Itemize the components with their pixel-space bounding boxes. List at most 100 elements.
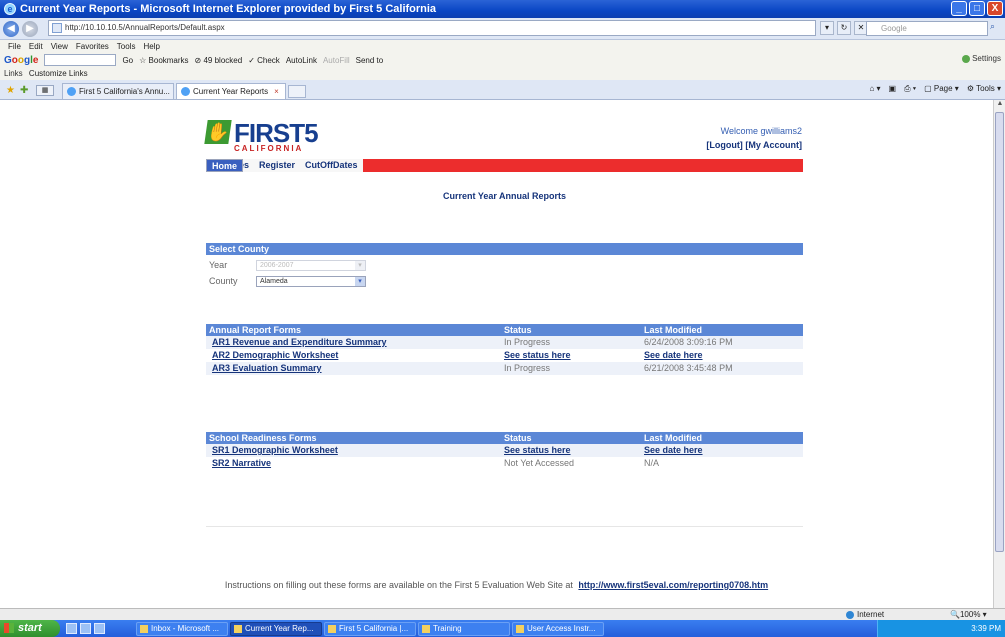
sr2-modified: N/A bbox=[644, 458, 660, 468]
menu-favorites[interactable]: Favorites bbox=[76, 42, 109, 51]
tab-row: ★ ✚ ▦ First 5 California's Annu... Curre… bbox=[0, 80, 1005, 100]
school-readiness-table: School Readiness Forms Status Last Modif… bbox=[206, 432, 803, 470]
chevron-down-icon: ▾ bbox=[355, 277, 365, 286]
first5-logo[interactable]: ✋ FIRST5 CALIFORNIA bbox=[204, 118, 330, 158]
sr2-status: Not Yet Accessed bbox=[504, 458, 575, 468]
ar1-link[interactable]: AR1 Revenue and Expenditure Summary bbox=[212, 336, 387, 349]
menu-tools[interactable]: Tools bbox=[117, 42, 136, 51]
ie-quicklaunch-icon[interactable] bbox=[66, 623, 77, 634]
quick-tabs-icon[interactable]: ▦ bbox=[36, 85, 54, 96]
google-toolbar: Google Go ☆ Bookmarks ⊘ 49 blocked ✓ Che… bbox=[0, 52, 1005, 68]
window-title: Current Year Reports - Microsoft Interne… bbox=[20, 3, 437, 15]
send-to-button[interactable]: Send to bbox=[356, 56, 384, 65]
task-first5[interactable]: First 5 California |... bbox=[324, 622, 416, 636]
refresh-icon[interactable]: ↻ bbox=[837, 21, 851, 35]
start-button[interactable]: start bbox=[0, 620, 60, 637]
add-favorite-icon[interactable]: ✚ bbox=[20, 85, 28, 96]
google-search-input[interactable] bbox=[44, 54, 117, 66]
ar3-status: In Progress bbox=[504, 363, 551, 373]
table-header: School Readiness Forms Status Last Modif… bbox=[206, 432, 803, 444]
globe-icon bbox=[846, 610, 854, 619]
zoom-level[interactable]: 🔍100% ▾ bbox=[950, 610, 987, 619]
menu-bar: File Edit View Favorites Tools Help bbox=[0, 40, 1005, 52]
home-icon[interactable]: ⌂ ▾ bbox=[869, 84, 880, 94]
table-row: AR3 Evaluation Summary In Progress 6/21/… bbox=[206, 362, 803, 375]
address-url: http://10.10.10.5/AnnualReports/Default.… bbox=[65, 23, 225, 32]
ie-icon bbox=[328, 624, 336, 633]
address-bar[interactable]: http://10.10.10.5/AnnualReports/Default.… bbox=[48, 20, 816, 36]
word-icon bbox=[516, 624, 524, 633]
google-go-button[interactable]: Go bbox=[122, 56, 133, 65]
ar3-link[interactable]: AR3 Evaluation Summary bbox=[212, 362, 322, 375]
desktop-quicklaunch-icon[interactable] bbox=[80, 623, 91, 634]
scrollbar-thumb[interactable] bbox=[995, 112, 1004, 552]
autolink-button[interactable]: AutoLink bbox=[286, 56, 317, 65]
task-inbox[interactable]: Inbox - Microsoft ... bbox=[136, 622, 228, 636]
menu-help[interactable]: Help bbox=[143, 42, 159, 51]
nav-home[interactable]: Home bbox=[206, 159, 244, 172]
tab-current-year-reports[interactable]: Current Year Reports × bbox=[176, 83, 286, 99]
ar2-date-link[interactable]: See date here bbox=[644, 349, 703, 362]
address-dropdown-icon[interactable]: ▾ bbox=[820, 21, 834, 35]
search-icon[interactable]: ⌕ bbox=[990, 21, 1003, 36]
sr1-link[interactable]: SR1 Demographic Worksheet bbox=[212, 444, 338, 457]
spellcheck-button[interactable]: ✓ Check bbox=[248, 56, 280, 65]
system-tray: 3:39 PM bbox=[877, 620, 1005, 637]
sr1-date-link[interactable]: See date here bbox=[644, 444, 703, 457]
task-current-year[interactable]: Current Year Rep... bbox=[230, 622, 322, 636]
page-menu[interactable]: ▢ Page ▾ bbox=[924, 84, 959, 94]
county-label: County bbox=[209, 276, 238, 286]
minimize-button[interactable]: _ bbox=[951, 1, 967, 16]
page-title: Current Year Annual Reports bbox=[442, 191, 567, 201]
tab-first5-annual[interactable]: First 5 California's Annu... bbox=[62, 83, 174, 99]
sr2-link[interactable]: SR2 Narrative bbox=[212, 457, 271, 470]
new-tab-button[interactable] bbox=[288, 85, 306, 98]
google-settings-button[interactable]: Settings bbox=[962, 54, 1001, 63]
feeds-icon[interactable]: ▣ bbox=[889, 84, 897, 94]
bookmarks-button[interactable]: ☆ Bookmarks bbox=[139, 56, 188, 65]
scroll-up-icon[interactable]: ▲ bbox=[994, 100, 1005, 110]
menu-file[interactable]: File bbox=[8, 42, 21, 51]
year-label: Year bbox=[209, 260, 228, 270]
footer-text: Instructions on filling out these forms … bbox=[224, 580, 573, 590]
footer-eval-link[interactable]: http://www.first5eval.com/reporting0708.… bbox=[578, 580, 768, 590]
tab-close-icon[interactable]: × bbox=[274, 87, 279, 96]
popup-blocker-button[interactable]: ⊘ 49 blocked bbox=[195, 56, 243, 65]
print-icon[interactable]: ⎙ ▾ bbox=[904, 84, 916, 94]
divider bbox=[206, 526, 803, 527]
vertical-scrollbar[interactable]: ▲ bbox=[993, 100, 1005, 608]
ar3-modified: 6/21/2008 3:45:48 PM bbox=[644, 363, 733, 373]
nav-cutoffdates[interactable]: CutOffDates bbox=[300, 159, 363, 172]
my-account-link[interactable]: [My Account] bbox=[745, 140, 802, 150]
maximize-button[interactable]: □ bbox=[969, 1, 985, 16]
close-button[interactable]: X bbox=[987, 1, 1003, 16]
autofill-button[interactable]: AutoFill bbox=[323, 56, 350, 65]
windows-flag-icon bbox=[4, 623, 14, 634]
table-header: Annual Report Forms Status Last Modified bbox=[206, 324, 803, 336]
menu-edit[interactable]: Edit bbox=[29, 42, 43, 51]
hand-logo-icon: ✋ bbox=[204, 120, 232, 144]
clock[interactable]: 3:39 PM bbox=[971, 624, 1001, 633]
forward-button[interactable]: ▶ bbox=[22, 20, 38, 37]
nav-register[interactable]: Register bbox=[254, 159, 300, 172]
annual-reports-table: Annual Report Forms Status Last Modified… bbox=[206, 324, 803, 375]
sr1-status-link[interactable]: See status here bbox=[504, 444, 571, 457]
ar2-link[interactable]: AR2 Demographic Worksheet bbox=[212, 349, 338, 362]
task-training[interactable]: Training bbox=[418, 622, 510, 636]
logout-link[interactable]: [Logout] bbox=[706, 140, 742, 150]
ar2-status-link[interactable]: See status here bbox=[504, 349, 571, 362]
site-nav-bar: Home Archives Register CutOffDates bbox=[206, 159, 803, 172]
task-user-access[interactable]: User Access Instr... bbox=[512, 622, 604, 636]
county-select[interactable]: Alameda ▾ bbox=[256, 276, 366, 287]
favorites-star-icon[interactable]: ★ bbox=[6, 85, 15, 96]
menu-view[interactable]: View bbox=[51, 42, 68, 51]
back-button[interactable]: ◀ bbox=[3, 20, 19, 37]
settings-icon bbox=[962, 54, 971, 63]
outlook-quicklaunch-icon[interactable] bbox=[94, 623, 105, 634]
search-input[interactable]: Google bbox=[866, 21, 988, 36]
quick-launch bbox=[66, 623, 105, 634]
ie-logo-icon: e bbox=[4, 3, 16, 15]
customize-links-link[interactable]: Customize Links bbox=[29, 69, 88, 78]
tools-menu[interactable]: ⚙ Tools ▾ bbox=[967, 84, 1001, 94]
window-title-bar: e Current Year Reports - Microsoft Inter… bbox=[0, 0, 1005, 18]
